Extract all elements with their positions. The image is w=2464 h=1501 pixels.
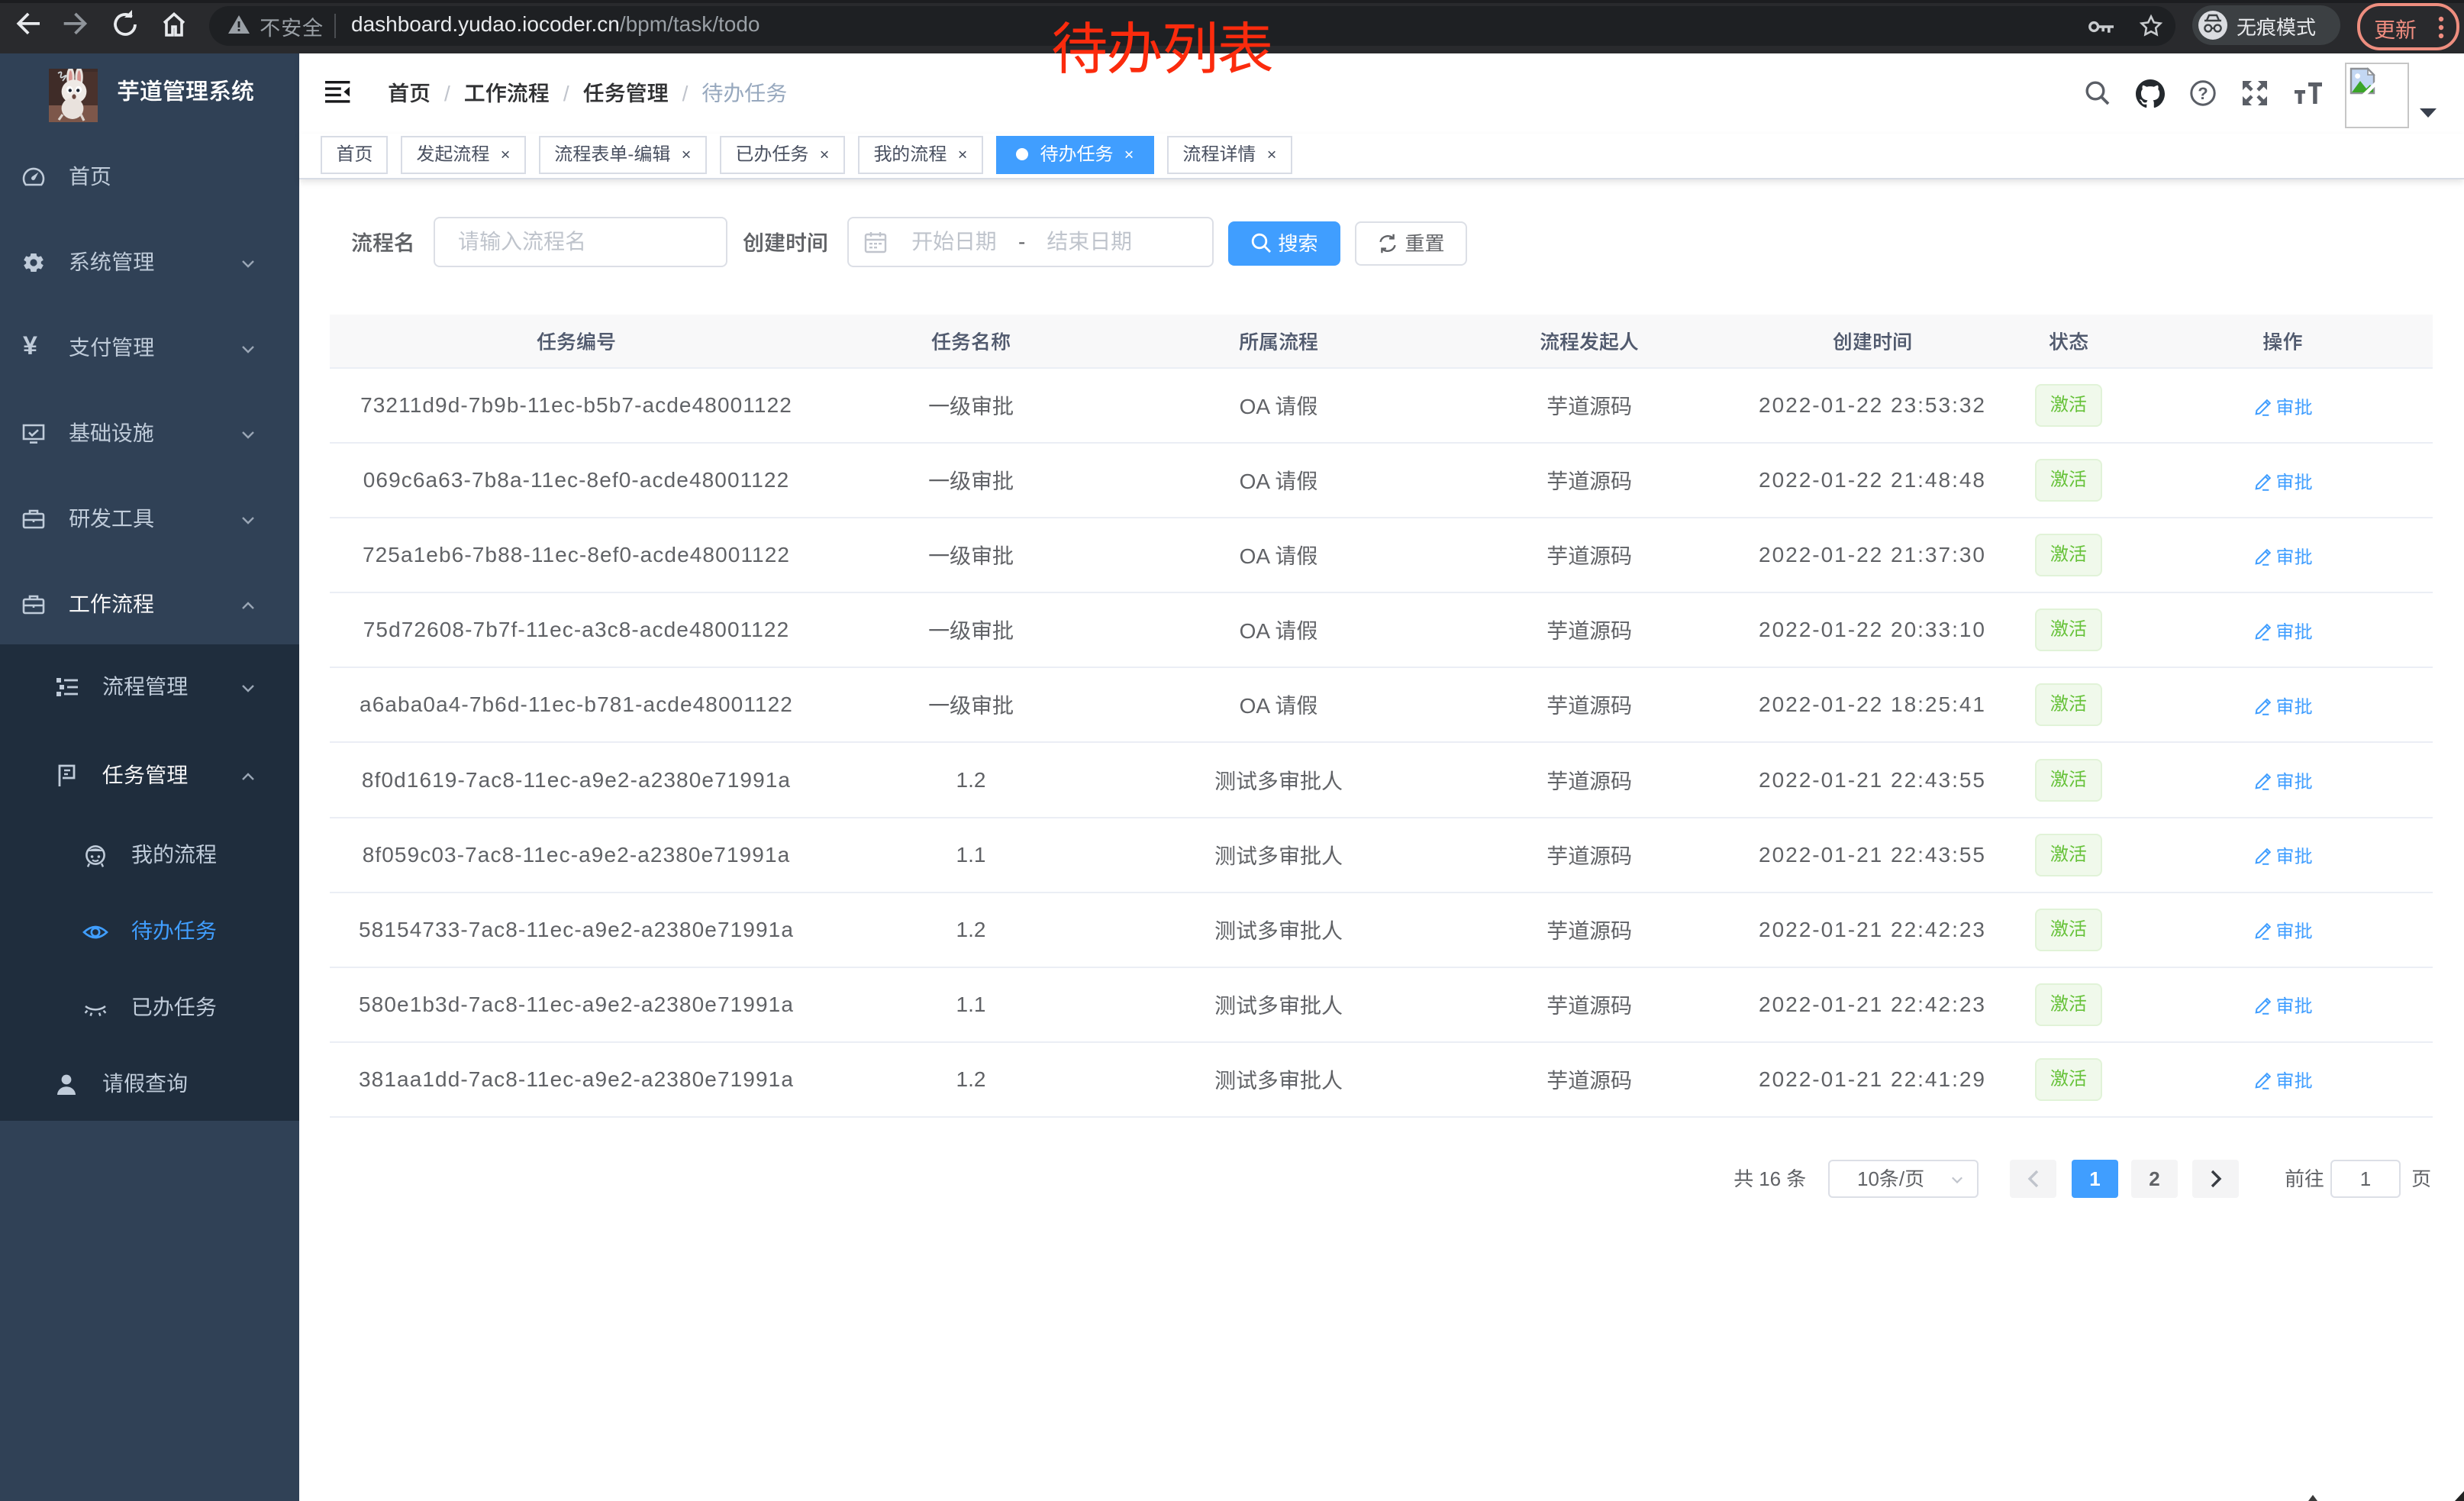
svg-text:?: ? (2198, 84, 2208, 103)
